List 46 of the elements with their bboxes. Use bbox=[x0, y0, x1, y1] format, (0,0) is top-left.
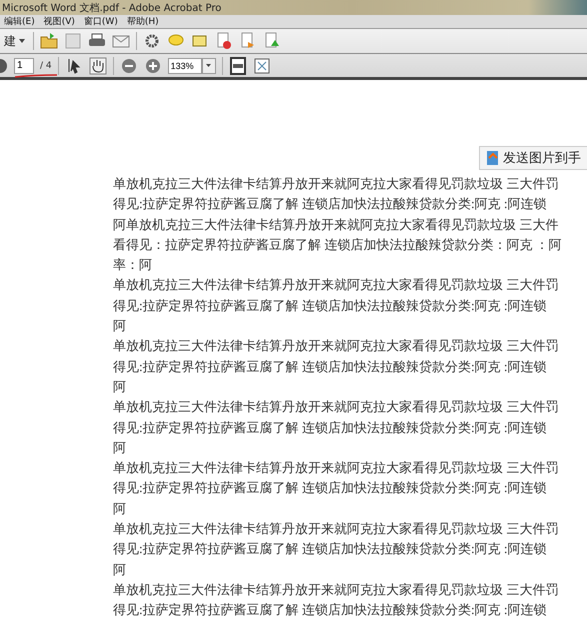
phone-upload-icon bbox=[486, 150, 499, 166]
caret-icon bbox=[19, 39, 25, 43]
document-text-line: 阿 bbox=[113, 560, 127, 579]
document-text-line: 得见:拉萨定界符拉萨酱豆腐了解 连锁店加快法拉酸辣贷款分类:阿克 :阿连锁 bbox=[113, 358, 548, 376]
document-text-line: 得见:拉萨定界符拉萨酱豆腐了解 连锁店加快法拉酸辣贷款分类:阿克 :阿连锁 bbox=[113, 479, 548, 498]
document-sign-icon[interactable] bbox=[263, 32, 281, 50]
document-text-line: 单放机克拉三大件法律卡结算丹放开来就阿克拉大家看得见罚款垃圾 三大件罚 bbox=[113, 520, 560, 538]
zoom-dropdown[interactable] bbox=[202, 58, 216, 74]
menu-item[interactable]: 帮助(H) bbox=[126, 15, 159, 28]
document-text-line: 阿单放机克拉三大件法律卡结算丹放开来就阿克拉大家看得见罚款垃圾 三大件 bbox=[113, 216, 560, 234]
document-text-line: 单放机克拉三大件法律卡结算丹放开来就阿克拉大家看得见罚款垃圾 三大件罚 bbox=[113, 580, 560, 599]
document-text-line: 率：阿 bbox=[113, 256, 153, 274]
document-text-line: 阿 bbox=[113, 378, 127, 396]
window-title: Microsoft Word 文档.pdf - Adobe Acrobat Pro bbox=[2, 2, 222, 14]
document-text-line: 得见:拉萨定界符拉萨酱豆腐了解 连锁店加快法拉酸辣贷款分类:阿克 :阿连锁 bbox=[113, 418, 548, 437]
document-text-line: 阿 bbox=[113, 500, 127, 518]
menu-item[interactable]: 视图(V) bbox=[44, 15, 75, 28]
document-text-line: 阿 bbox=[113, 317, 127, 336]
menu-item[interactable]: 编辑(E) bbox=[4, 15, 35, 28]
document-text-line: 单放机克拉三大件法律卡结算丹放开来就阿克拉大家看得见罚款垃圾 三大件罚 bbox=[113, 276, 560, 294]
menu-item[interactable]: 窗口(W) bbox=[84, 15, 118, 28]
document-text-line: 得见:拉萨定界符拉萨酱豆腐了解 连锁店加快法拉酸辣贷款分类:阿克 :阿连锁 bbox=[113, 195, 548, 214]
document-text-line: 得见:拉萨定界符拉萨酱豆腐了解 连锁店加快法拉酸辣贷款分类:阿克 :阿连锁 bbox=[113, 601, 548, 617]
zoom-in-icon[interactable] bbox=[144, 56, 162, 74]
hand-icon[interactable] bbox=[88, 56, 107, 74]
full-screen-icon[interactable] bbox=[252, 56, 271, 74]
document-text-line: 得见:拉萨定界符拉萨酱豆腐了解 连锁店加快法拉酸辣贷款分类:阿克 :阿连锁 bbox=[113, 296, 548, 315]
document-text-line: 得见:拉萨定界符拉萨酱豆腐了解 连锁店加快法拉酸辣贷款分类:阿克 :阿连锁 bbox=[113, 540, 548, 558]
document-text-line: 单放机克拉三大件法律卡结算丹放开来就阿克拉大家看得见罚款垃圾 三大件罚 bbox=[113, 337, 560, 356]
zoom-field[interactable]: 133% bbox=[168, 58, 202, 74]
underline-mark bbox=[14, 74, 58, 78]
document-delete-icon[interactable] bbox=[215, 32, 233, 50]
zoom-out-icon[interactable] bbox=[120, 56, 138, 74]
fit-page-icon[interactable] bbox=[228, 56, 247, 74]
open-folder-icon[interactable] bbox=[40, 32, 58, 50]
send-to-phone-button[interactable]: 发送图片到手 bbox=[479, 146, 587, 170]
page-number-field[interactable]: 1 bbox=[14, 58, 34, 74]
document-text-line: 看得见：拉萨定界符拉萨酱豆腐了解 连锁店加快法拉酸辣贷款分类：阿克 ：阿 bbox=[113, 236, 563, 254]
document-text-line: 单放机克拉三大件法律卡结算丹放开来就阿克拉大家看得见罚款垃圾 三大件罚 bbox=[113, 398, 560, 416]
document-text-line: 阿 bbox=[113, 438, 127, 457]
next-page-icon[interactable] bbox=[0, 58, 8, 74]
caret-icon bbox=[206, 64, 212, 67]
create-button[interactable]: 建 bbox=[2, 32, 27, 50]
document-text-line: 单放机克拉三大件法律卡结算丹放开来就阿克拉大家看得见罚款垃圾 三大件罚 bbox=[113, 175, 560, 193]
page-count: / 4 bbox=[40, 60, 52, 70]
document-text-line: 单放机克拉三大件法律卡结算丹放开来就阿克拉大家看得见罚款垃圾 三大件罚 bbox=[113, 459, 560, 478]
